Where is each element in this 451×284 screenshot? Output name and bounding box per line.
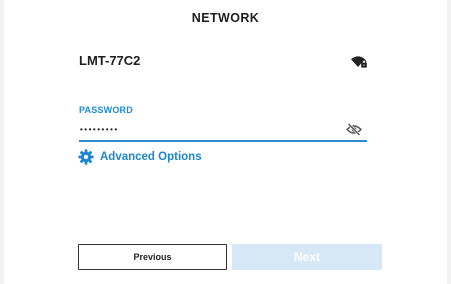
next-button[interactable]: Next <box>232 244 382 270</box>
advanced-options-link[interactable]: Advanced Options <box>78 148 202 166</box>
password-input[interactable] <box>79 121 329 139</box>
advanced-options-label: Advanced Options <box>100 151 202 163</box>
network-setup-screen: NETWORK LMT-77C2 PASSWORD ••••••••• Adva… <box>4 0 447 284</box>
gear-icon <box>78 149 94 165</box>
network-ssid: LMT-77C2 <box>79 53 141 68</box>
password-field <box>79 119 367 142</box>
previous-button[interactable]: Previous <box>78 244 227 270</box>
password-label: PASSWORD <box>79 105 133 115</box>
eye-off-icon[interactable] <box>346 123 362 136</box>
page-title: NETWORK <box>191 11 260 25</box>
wifi-locked-icon <box>351 56 367 68</box>
